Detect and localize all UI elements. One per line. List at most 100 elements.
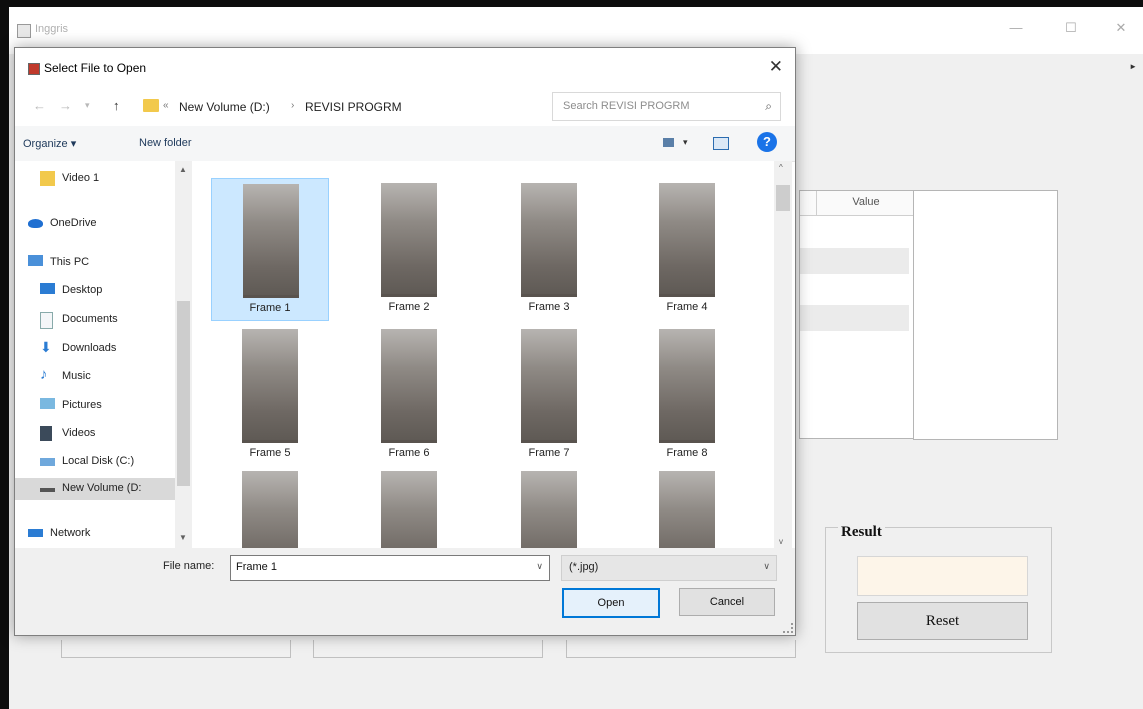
file-item[interactable]: Frame 6 [350, 324, 468, 467]
videos-icon [40, 426, 52, 441]
new-folder-button[interactable]: New folder [139, 137, 192, 149]
table-row[interactable] [800, 305, 909, 331]
minimize-button[interactable]: — [1001, 20, 1031, 35]
change-view-icon[interactable] [663, 138, 674, 147]
file-type-value: (*.jpg) [569, 561, 599, 573]
nav-item-videos[interactable]: Videos [40, 423, 187, 445]
scroll-down-icon[interactable]: ▼ [179, 533, 187, 542]
chevron-right-icon[interactable]: › [291, 100, 294, 111]
result-title: Result [838, 524, 885, 541]
scrollbar-thumb[interactable] [177, 301, 190, 486]
table-header-value[interactable]: Value [817, 196, 915, 208]
chevron-right-icon[interactable]: « [163, 100, 169, 111]
address-row: ← → ▾ ↑ « New Volume (D:) › REVISI PROGR… [15, 86, 795, 126]
image-thumbnail [242, 329, 298, 443]
breadcrumb-item[interactable]: REVISI PROGRM [305, 100, 402, 114]
dialog-titlebar: Select File to Open ✕ [15, 48, 795, 86]
result-group: Result Reset [825, 524, 1052, 653]
documents-icon [40, 312, 53, 329]
nav-item-video-1[interactable]: Video 1 [40, 168, 187, 190]
scroll-up-icon[interactable]: ▲ [179, 165, 187, 174]
file-item[interactable] [211, 466, 329, 548]
value-table[interactable]: Value [799, 190, 916, 439]
chevron-right-icon: ► [1129, 62, 1137, 71]
scrollbar-thumb[interactable] [776, 185, 790, 211]
file-name-label: Frame 3 [528, 301, 570, 313]
file-name-label: Frame 4 [666, 301, 708, 313]
search-input[interactable]: Search REVISI PROGRM ⌕ [552, 92, 781, 121]
dialog-footer: File name: Frame 1 ∨ (*.jpg) ∨ Open Canc… [15, 548, 795, 635]
table-row[interactable] [800, 248, 909, 274]
folder-icon [143, 99, 159, 112]
nav-item-this-pc[interactable]: This PC [28, 252, 175, 274]
back-arrow-icon[interactable]: ← [33, 98, 46, 113]
nav-item-documents[interactable]: Documents [40, 309, 187, 331]
dialog-close-button[interactable]: ✕ [769, 57, 783, 77]
image-thumbnail [381, 183, 437, 297]
folder-icon [40, 171, 55, 186]
file-name-label: Frame 7 [528, 447, 570, 459]
file-item[interactable] [490, 466, 608, 548]
navigation-pane: Video 1 OneDrive This PC Desktop Documen… [15, 161, 187, 548]
file-item[interactable]: Frame 8 [628, 324, 746, 467]
resize-grip-icon[interactable] [783, 623, 793, 633]
app-button[interactable] [61, 640, 291, 658]
nav-item-downloads[interactable]: ⬇ Downloads [40, 338, 187, 360]
file-item[interactable]: Frame 1 [211, 178, 329, 321]
chevron-down-icon[interactable]: ▾ [683, 137, 688, 148]
chevron-down-icon[interactable]: ∨ [763, 561, 770, 572]
image-thumbnail [521, 329, 577, 443]
file-type-select[interactable]: (*.jpg) ∨ [561, 555, 777, 581]
result-field[interactable] [857, 556, 1028, 596]
file-item[interactable]: Frame 4 [628, 178, 746, 321]
app-button[interactable] [566, 640, 796, 658]
help-icon[interactable]: ? [757, 132, 777, 152]
chevron-down-icon[interactable]: ∨ [536, 561, 543, 572]
image-thumbnail [659, 183, 715, 297]
scroll-down-icon[interactable]: v [779, 537, 783, 546]
scroll-up-icon[interactable]: ^ [779, 163, 783, 172]
file-item[interactable]: Frame 7 [490, 324, 608, 467]
image-thumbnail [659, 329, 715, 443]
recent-locations-icon[interactable]: ▾ [85, 100, 90, 111]
cancel-button[interactable]: Cancel [679, 588, 775, 616]
forward-arrow-icon[interactable]: → [59, 98, 72, 113]
computer-icon [28, 255, 43, 266]
nav-item-music[interactable]: ♪ Music [40, 366, 187, 388]
maximize-button[interactable]: ☐ [1056, 20, 1086, 36]
downloads-icon: ⬇ [40, 339, 52, 355]
image-panel [913, 190, 1058, 440]
file-name-label: File name: [163, 560, 215, 572]
file-item[interactable] [350, 466, 468, 548]
image-thumbnail [381, 329, 437, 443]
file-name-label: Frame 6 [388, 447, 430, 459]
open-button[interactable]: Open [562, 588, 660, 618]
file-item[interactable]: Frame 5 [211, 324, 329, 467]
file-item[interactable]: Frame 2 [350, 178, 468, 321]
nav-item-local-disk-c[interactable]: Local Disk (C:) [40, 451, 187, 473]
address-bar[interactable]: « New Volume (D:) › REVISI PROGRM ∨ ↻ [138, 92, 656, 121]
nav-item-onedrive[interactable]: OneDrive [28, 213, 175, 235]
search-placeholder: Search REVISI PROGRM [563, 100, 690, 112]
file-item[interactable] [628, 466, 746, 548]
reset-button[interactable]: Reset [857, 602, 1028, 640]
app-button[interactable] [313, 640, 543, 658]
up-arrow-icon[interactable]: ↑ [113, 98, 120, 113]
app-close-button[interactable]: ✕ [1106, 20, 1136, 36]
file-name-input[interactable]: Frame 1 ∨ [230, 555, 550, 581]
search-icon[interactable]: ⌕ [765, 99, 772, 114]
nav-item-pictures[interactable]: Pictures [40, 395, 187, 417]
file-item[interactable]: Frame 3 [490, 178, 608, 321]
nav-item-new-volume-d[interactable]: New Volume (D: [15, 478, 187, 500]
network-icon [28, 529, 43, 537]
nav-item-network[interactable]: Network [28, 523, 175, 545]
breadcrumb-item[interactable]: New Volume (D:) [179, 100, 270, 114]
preview-pane-icon[interactable] [713, 137, 729, 150]
pictures-icon [40, 398, 55, 409]
table-header: Value [800, 191, 915, 216]
nav-item-desktop[interactable]: Desktop [40, 280, 187, 302]
navigation-scrollbar[interactable]: ▲ ▼ [175, 161, 192, 548]
desktop-icon [40, 283, 55, 294]
organize-button[interactable]: Organize ▾ [23, 137, 76, 150]
file-list-scrollbar[interactable]: ^ v [774, 161, 792, 548]
